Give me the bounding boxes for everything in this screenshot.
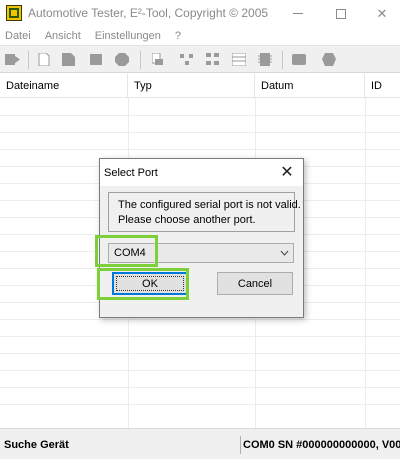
minimize-icon: [293, 13, 303, 14]
highlight-ok-button: [97, 268, 189, 300]
write-icon[interactable]: [180, 53, 194, 66]
row-gridline: [0, 353, 400, 354]
cancel-button[interactable]: Cancel: [217, 272, 293, 295]
connect-icon[interactable]: [115, 53, 129, 66]
title-bar: Automotive Tester, E²-Tool, Copyright © …: [0, 0, 400, 27]
close-icon: ✕: [280, 164, 294, 181]
toolbar-separator: [140, 51, 141, 69]
status-port-info: COM0 SN #000000000000, V00.00: [240, 436, 400, 454]
status-bar: Suche Gerät COM0 SN #000000000000, V00.0…: [0, 428, 400, 459]
row-gridline: [0, 132, 400, 133]
column-header-typ[interactable]: Typ: [128, 74, 255, 98]
menu-ansicht[interactable]: Ansicht: [45, 30, 81, 42]
dialog-title: Select Port: [104, 167, 158, 179]
dialog-close-button[interactable]: ✕: [276, 162, 298, 182]
settings-icon[interactable]: [292, 53, 306, 66]
menu-datei[interactable]: Datei: [5, 30, 31, 42]
tool-icon[interactable]: [322, 53, 336, 66]
chip-icon[interactable]: [258, 53, 272, 66]
status-search-device: Suche Gerät: [4, 439, 69, 451]
row-gridline: [0, 115, 400, 116]
stop-icon[interactable]: [90, 53, 102, 66]
dialog-message-line1: The configured serial port is not valid.: [118, 199, 301, 211]
toolbar-separator: [28, 51, 29, 69]
dialog-message-line2: Please choose another port.: [118, 214, 256, 226]
row-gridline: [0, 336, 400, 337]
column-gridline: [365, 98, 366, 428]
open-icon[interactable]: [62, 53, 76, 66]
row-gridline: [0, 149, 400, 150]
close-icon: ✕: [376, 5, 388, 21]
app-logo-icon: [6, 5, 22, 21]
toolbar: [0, 45, 400, 73]
row-gridline: [0, 404, 400, 405]
maximize-button[interactable]: [323, 0, 359, 27]
maximize-icon: [336, 8, 346, 19]
row-gridline: [0, 319, 400, 320]
chevron-down-icon: [280, 250, 289, 256]
new-document-icon[interactable]: [38, 53, 50, 66]
dialog-message-box: The configured serial port is not valid.…: [108, 192, 301, 232]
column-header-id[interactable]: ID: [365, 74, 400, 98]
list-header: Dateiname Typ Datum ID: [0, 74, 400, 98]
menu-bar: Datei Ansicht Einstellungen ?: [0, 27, 400, 45]
menu-einstellungen[interactable]: Einstellungen: [95, 30, 161, 42]
window-close-button[interactable]: ✕: [364, 0, 400, 27]
row-gridline: [0, 387, 400, 388]
read-icon[interactable]: [152, 53, 164, 66]
minimize-button[interactable]: [280, 0, 316, 27]
export-icon[interactable]: [5, 53, 21, 66]
window-title: Automotive Tester, E²-Tool, Copyright © …: [28, 6, 269, 20]
dialog-title-bar: Select Port ✕: [100, 159, 303, 186]
column-header-datum[interactable]: Datum: [255, 74, 365, 98]
hex-view-icon[interactable]: [232, 53, 246, 66]
cancel-button-label: Cancel: [237, 277, 273, 290]
toolbar-separator: [282, 51, 283, 69]
highlight-port-select: [95, 235, 158, 267]
menu-help[interactable]: ?: [175, 30, 181, 42]
column-header-dateiname[interactable]: Dateiname: [0, 74, 128, 98]
row-gridline: [0, 370, 400, 371]
compare-icon[interactable]: [206, 53, 220, 66]
